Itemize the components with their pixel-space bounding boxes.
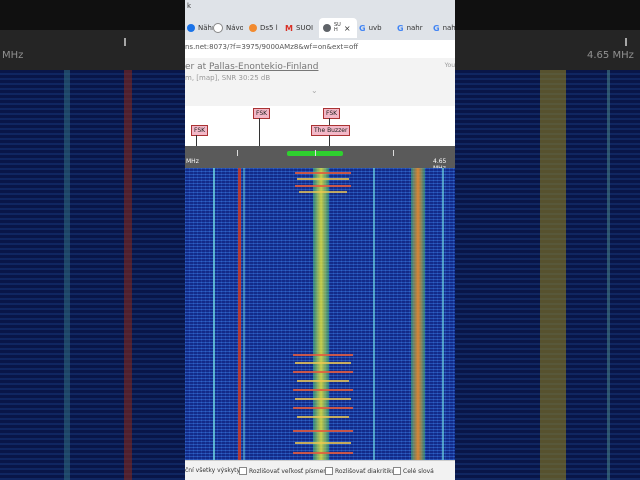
signal-burst: [293, 430, 353, 432]
web-icon: [187, 24, 195, 32]
browser-screen: k Nähr Návo Ds5 l M SUOI SU H × G uvb G: [185, 0, 455, 480]
signal-burst: [295, 185, 351, 187]
marker-stem: [196, 135, 197, 146]
find-whole-words[interactable]: Celé slová: [393, 467, 434, 475]
find-match-case[interactable]: Rozlišovať veľkosť písmen: [239, 467, 327, 475]
signal-burst: [297, 416, 349, 418]
signal-burst: [293, 389, 353, 391]
browser-tabbar: k Nähr Návo Ds5 l M SUOI SU H × G uvb G: [185, 0, 455, 40]
receiver-info: er at Pallas-Enontekio-Finland m, [map],…: [185, 58, 455, 106]
find-match-diacritics-label: Rozlišovať diakritiku: [335, 467, 396, 475]
checkbox[interactable]: [325, 467, 333, 475]
tab-7[interactable]: G nahr: [397, 18, 427, 38]
tab-4[interactable]: M SUOI: [285, 18, 317, 38]
scale-tick: [315, 150, 316, 156]
receiver-subtitle: m, [map], SNR 30:25 dB: [185, 74, 271, 82]
marker-stem: [329, 118, 330, 125]
signal-burst: [295, 362, 351, 364]
marker-fsk[interactable]: FSK: [323, 108, 341, 119]
tab-8[interactable]: G nah: [433, 18, 455, 38]
signal-trace: [213, 168, 215, 460]
checkbox[interactable]: [239, 467, 247, 475]
tab-1[interactable]: Nähr: [187, 18, 213, 38]
left-background-panel: MHz: [0, 0, 185, 480]
left-bg-dim: [0, 0, 185, 480]
tab-active[interactable]: SU H ×: [319, 18, 357, 38]
google-icon: G: [359, 23, 366, 33]
signal-trace: [238, 168, 241, 460]
tab-label: uvb: [368, 24, 382, 32]
marker-stem: [259, 118, 260, 146]
signal-burst: [297, 380, 349, 382]
gmail-icon: M: [285, 23, 293, 33]
find-match-diacritics[interactable]: Rozlišovať diakritiku: [325, 467, 395, 475]
signal-burst: [295, 172, 351, 174]
frequency-scale[interactable]: MHz 4.65 MHz: [185, 146, 455, 172]
right-bg-dim: [455, 0, 640, 480]
find-highlight-all[interactable]: ční všetky výskyty: [185, 467, 240, 474]
marker-stem: [329, 135, 330, 146]
receiver-location-link[interactable]: Pallas-Enontekio-Finland: [209, 62, 318, 72]
marker-fsk[interactable]: FSK: [191, 125, 209, 136]
find-bar: ční všetky výskyty Rozlišovať veľkosť pí…: [185, 460, 455, 480]
url-text: ns.net:8073/?f=3975/9000AMz8&wf=on&ext=o…: [185, 43, 359, 51]
freq-label-left: MHz: [186, 158, 199, 165]
station-labels: FSK FSK FSK The Buzzer: [185, 106, 455, 146]
signal-trace: [243, 168, 245, 460]
right-background-panel: 4.65 MHz: [455, 0, 640, 480]
find-whole-words-label: Celé slová: [403, 467, 434, 475]
receiver-title-prefix: er at: [185, 62, 210, 72]
find-match-case-label: Rozlišovať veľkosť písmen: [249, 467, 328, 475]
signal-burst: [293, 452, 353, 454]
scale-tick: [393, 150, 394, 156]
google-icon: G: [433, 23, 440, 33]
close-tab-icon[interactable]: ×: [344, 24, 351, 33]
web-icon: [323, 24, 331, 32]
google-icon: G: [397, 23, 404, 33]
signal-burst: [293, 354, 353, 356]
tab-6[interactable]: G uvb: [359, 18, 389, 38]
tab-label: nah: [442, 24, 455, 32]
tab-label: Nähr: [198, 24, 213, 32]
find-highlight-all-label: ční všetky výskyty: [185, 467, 241, 474]
signal-burst: [293, 371, 353, 373]
signal-trace: [373, 168, 375, 460]
signal-burst: [295, 398, 351, 400]
web-icon: [249, 24, 257, 32]
signal-burst: [293, 407, 353, 409]
chevron-down-icon[interactable]: ⌄: [311, 86, 318, 95]
signal-trace: [411, 168, 425, 460]
window-title: k: [187, 2, 192, 10]
tab-label: nahr: [406, 24, 423, 32]
tab-label: SU H: [334, 22, 341, 33]
receiver-title: er at Pallas-Enontekio-Finland: [185, 62, 318, 72]
marker-the-buzzer[interactable]: The Buzzer: [311, 125, 351, 136]
address-bar[interactable]: ns.net:8073/?f=3975/9000AMz8&wf=on&ext=o…: [185, 40, 455, 59]
web-icon: [213, 23, 223, 33]
tab-2[interactable]: Návo: [213, 18, 243, 38]
scale-tick: [237, 150, 238, 156]
tab-label: SUOI: [295, 24, 314, 32]
signal-burst: [299, 191, 347, 193]
waterfall-display[interactable]: [185, 168, 455, 460]
marker-fsk[interactable]: FSK: [253, 108, 271, 119]
tab-3[interactable]: Ds5 l: [249, 18, 281, 38]
signal-burst: [297, 178, 349, 180]
checkbox[interactable]: [393, 467, 401, 475]
signal-trace: [442, 168, 444, 460]
receiver-aside: You: [444, 62, 455, 69]
tab-label: Ds5 l: [260, 24, 278, 32]
tab-label: Návo: [226, 24, 243, 32]
signal-burst: [295, 442, 351, 444]
